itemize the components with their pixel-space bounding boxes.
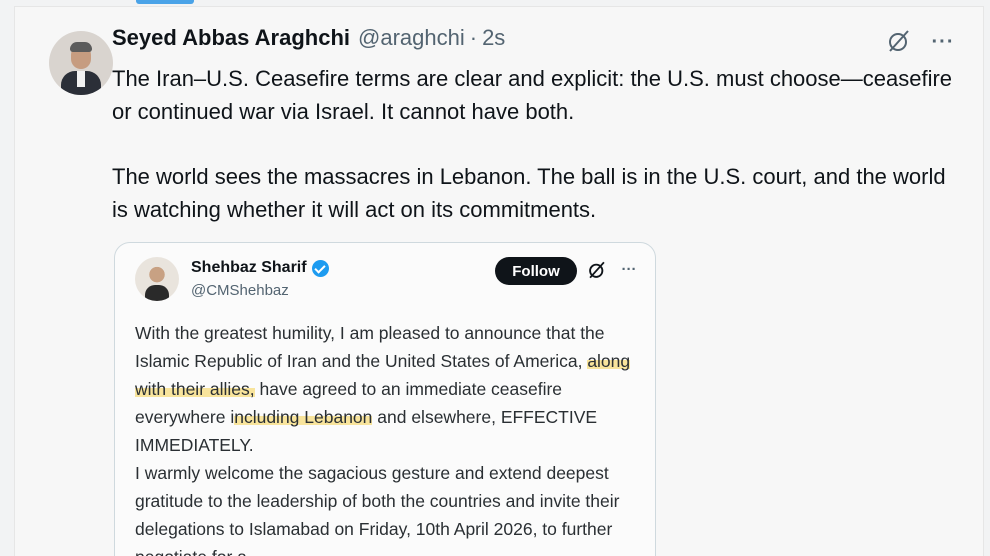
quoted-grok-svg <box>589 261 605 279</box>
tweet-header: Seyed Abbas Araghchi @araghchi · 2s <box>112 25 505 51</box>
quoted-paragraph-1: With the greatest humility, I am pleased… <box>135 319 635 459</box>
verified-badge-icon <box>311 259 329 277</box>
grok-icon[interactable] <box>884 26 914 56</box>
quoted-tweet-body: With the greatest humility, I am pleased… <box>135 319 635 556</box>
quoted-author-avatar[interactable] <box>135 257 179 301</box>
avatar-shirt <box>77 71 85 87</box>
author-handle[interactable]: @araghchi <box>358 25 465 51</box>
top-accent-bar <box>136 0 194 4</box>
tweet-paragraph-2: The world sees the massacres in Lebanon.… <box>112 164 946 222</box>
avatar-hair <box>70 42 92 52</box>
highlighted-lebanon: ncluding Lebanon <box>234 407 373 427</box>
quoted-text-segment: With the greatest humility, I am pleased… <box>135 323 605 371</box>
quoted-tweet[interactable]: Shehbaz Sharif @CMShehbaz Follow ··· Wit… <box>114 242 656 556</box>
follow-button[interactable]: Follow <box>495 257 577 285</box>
quoted-more-options-icon[interactable]: ··· <box>615 259 643 279</box>
separator-dot: · <box>469 25 478 50</box>
author-avatar[interactable] <box>49 31 113 95</box>
quoted-grok-icon[interactable] <box>585 258 609 282</box>
more-options-icon[interactable]: ··· <box>928 30 958 54</box>
tweet-time[interactable]: 2s <box>482 25 505 51</box>
tweet-body: The Iran–U.S. Ceasefire terms are clear … <box>112 62 962 226</box>
quoted-author-name[interactable]: Shehbaz Sharif <box>191 259 307 277</box>
author-name[interactable]: Seyed Abbas Araghchi <box>112 25 350 51</box>
quoted-avatar-suit <box>145 285 169 301</box>
quoted-author-name-row: Shehbaz Sharif <box>191 259 329 277</box>
tweet-paragraph-1: The Iran–U.S. Ceasefire terms are clear … <box>112 66 953 124</box>
quoted-author-handle[interactable]: @CMShehbaz <box>191 282 289 299</box>
quoted-paragraph-2: I warmly welcome the sagacious gesture a… <box>135 463 620 556</box>
grok-svg <box>889 30 909 52</box>
